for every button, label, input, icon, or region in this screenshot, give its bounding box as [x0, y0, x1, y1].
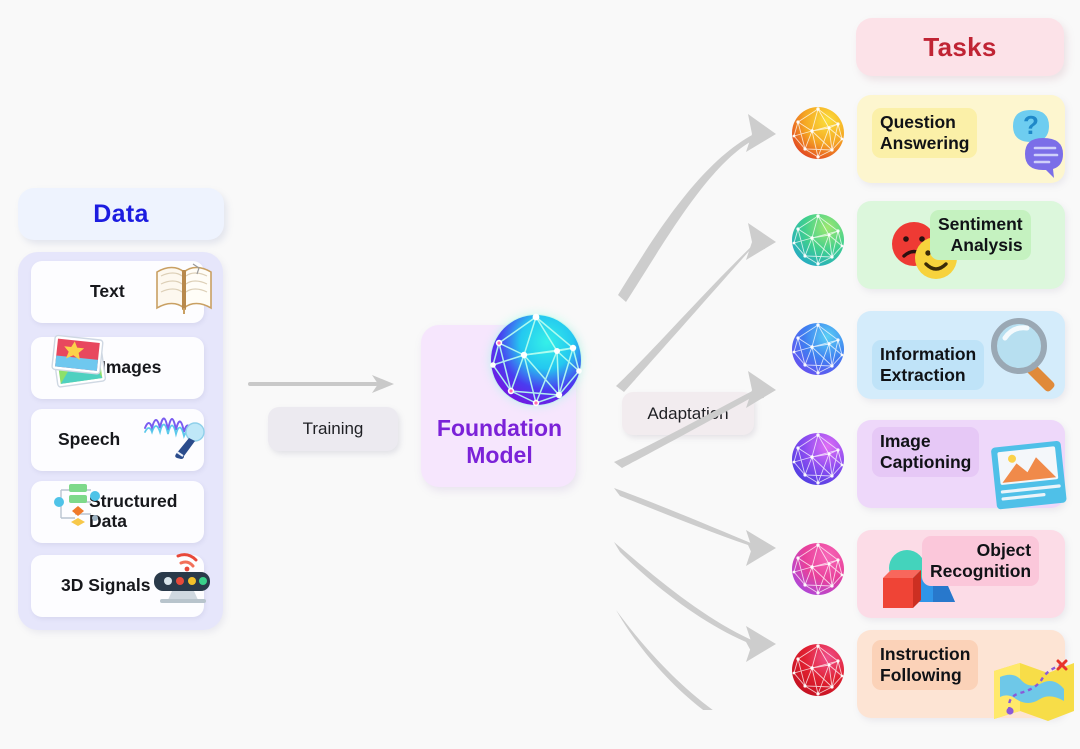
task-label: Image Captioning [872, 427, 980, 477]
task-sphere-icon [789, 211, 847, 269]
task-sphere-icon [789, 641, 847, 699]
node-graph-icon [51, 478, 103, 535]
task-label: Object Recognition [922, 536, 1040, 586]
speech-bubbles-question-icon: ? [983, 102, 1071, 183]
adaptation-arrows [614, 114, 776, 710]
task-sphere-icon [789, 320, 847, 378]
tasks-header-card: Tasks [856, 18, 1064, 76]
training-arrow [248, 375, 394, 393]
data-header-card: Data [18, 188, 224, 240]
task-sphere-icon [789, 540, 847, 598]
data-item-label: Speech [58, 429, 121, 450]
task-sphere-icon [789, 104, 847, 162]
open-book-icon [153, 258, 215, 319]
magnifying-glass-icon [985, 314, 1063, 397]
data-item-text[interactable]: Text [31, 261, 212, 323]
task-sphere-icon [789, 430, 847, 488]
data-item-label: 3D Signals [61, 575, 151, 596]
foundation-model-label: Foundation Model [436, 415, 563, 468]
data-item-label: Text [90, 281, 125, 302]
diagram-canvas: Data Text Images Speech Structured Data 3D S… [0, 0, 1080, 749]
svg-text:?: ? [1023, 110, 1039, 140]
microphone-waveform-icon [143, 406, 209, 465]
task-label: Instruction Following [872, 640, 979, 690]
data-header-label: Data [93, 199, 149, 228]
training-label: Training [268, 407, 398, 451]
data-item-structured-data[interactable]: Structured Data [31, 481, 204, 543]
data-item-speech[interactable]: Speech [31, 409, 205, 471]
data-item-images[interactable]: Images [31, 334, 204, 399]
task-label: Question Answering [872, 108, 978, 158]
training-label-text: Training [302, 419, 364, 438]
tasks-header-label: Tasks [923, 31, 997, 62]
data-item-3d-signals[interactable]: 3D Signals [31, 553, 210, 617]
photos-icon [49, 334, 111, 397]
map-route-icon [990, 655, 1078, 732]
task-label: Information Extraction [872, 340, 985, 390]
task-label: Sentiment Analysis [930, 210, 1031, 260]
lidar-sensor-icon [150, 552, 216, 611]
image-card-icon [988, 438, 1072, 521]
network-sphere-icon [490, 313, 582, 407]
